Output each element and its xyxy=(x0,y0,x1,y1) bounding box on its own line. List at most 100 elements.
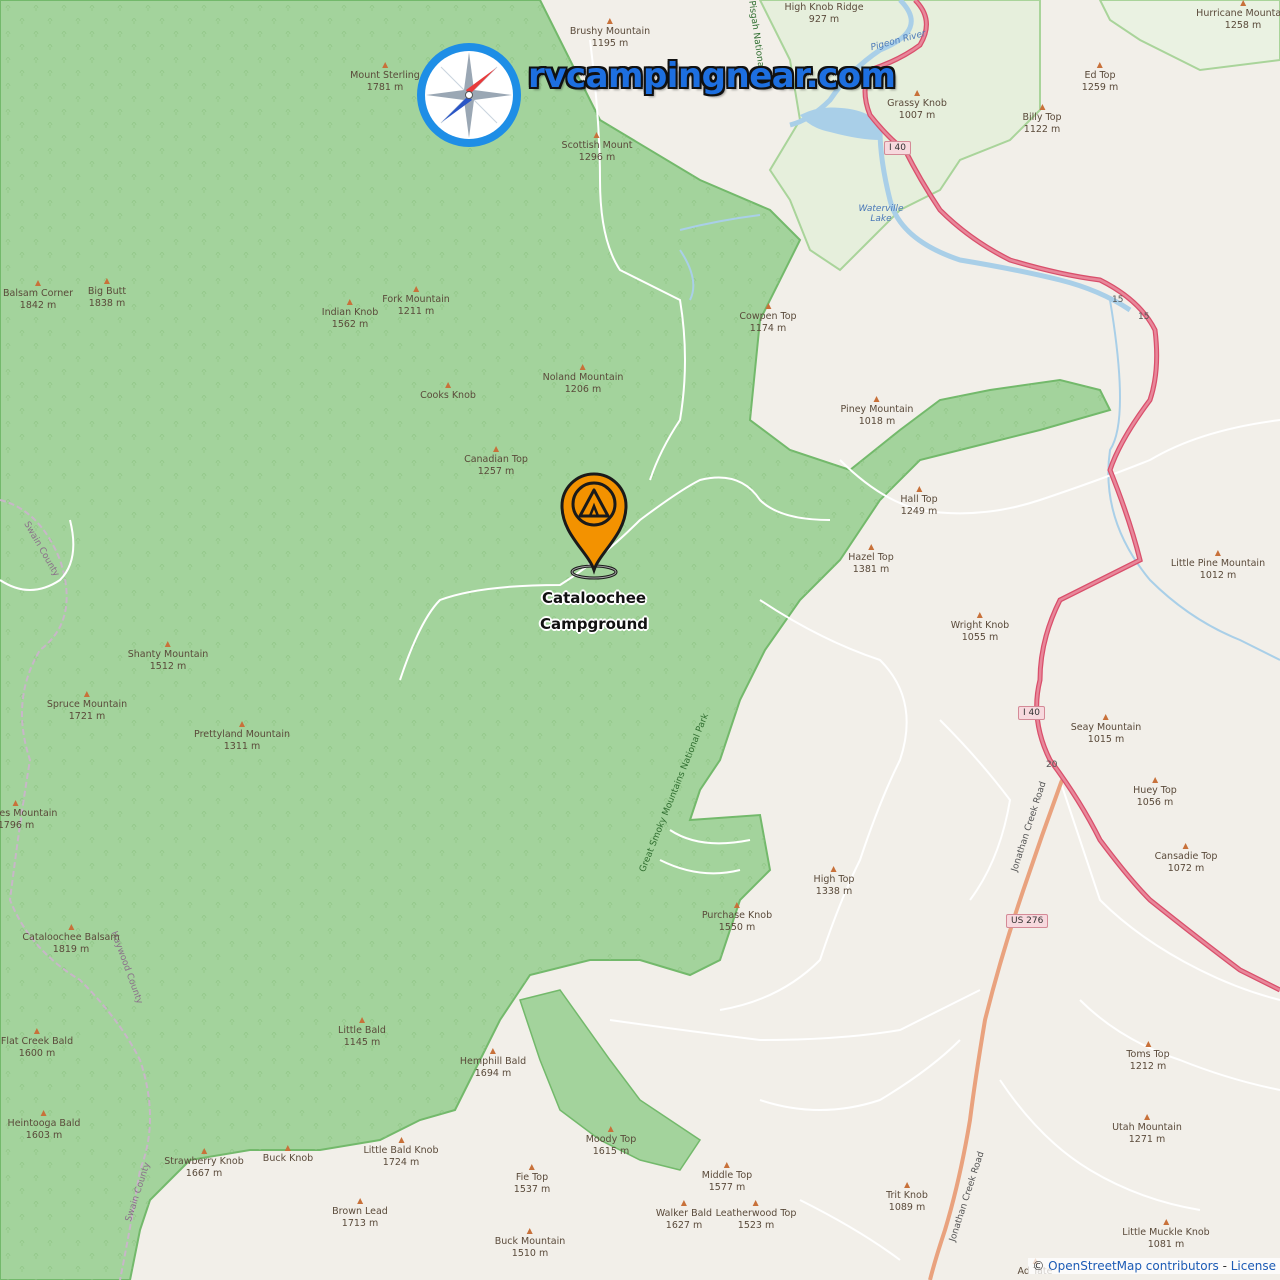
peak-elevation: 1713 m xyxy=(341,1218,379,1229)
peak-elevation: 1012 m xyxy=(1199,570,1237,581)
peak-icon xyxy=(165,641,171,647)
peak-elevation: 1512 m xyxy=(149,661,187,672)
peak-icon xyxy=(359,1017,365,1023)
peak-label: Noland Mountain 1206 m xyxy=(543,364,623,396)
peak-label: Piney Mountain 1018 m xyxy=(840,396,914,428)
peak-elevation: 1600 m xyxy=(18,1048,56,1059)
peak-icon xyxy=(1152,777,1158,783)
peak-icon xyxy=(34,280,41,286)
peak-name: Little Pine Mountain xyxy=(1170,558,1266,569)
peak-label: Leatherwood Top 1523 m xyxy=(716,1200,796,1232)
peak-icon xyxy=(752,1200,759,1206)
peak-label: Middle Top 1577 m xyxy=(702,1162,752,1194)
peak-label: Buck Knob xyxy=(263,1145,313,1165)
peak-icon xyxy=(526,1228,533,1234)
peak-icon xyxy=(103,278,110,284)
peak-name: Little Muckle Knob xyxy=(1122,1227,1210,1238)
brand-name[interactable]: rvcampingnear.com xyxy=(528,56,896,96)
peak-icon xyxy=(528,1164,535,1170)
peak-label: Shanty Mountain 1512 m xyxy=(127,641,209,673)
peak-name: Shanty Mountain xyxy=(127,649,209,660)
peak-icon xyxy=(490,1048,496,1054)
tent-pin-icon[interactable] xyxy=(554,466,634,580)
peak-name: Cataloochee Balsam xyxy=(22,932,120,943)
copyright-symbol: © xyxy=(1032,1259,1045,1273)
peak-name: Buck Knob xyxy=(262,1153,314,1164)
peak-name: Purchase Knob xyxy=(701,910,773,921)
peak-label: Cowpen Top 1174 m xyxy=(739,303,797,335)
peak-label: Billy Top 1122 m xyxy=(1022,104,1062,136)
i40-shield: I 40 xyxy=(1018,706,1045,720)
compass-icon[interactable] xyxy=(414,40,524,150)
peak-label: High Knob Ridge 927 m xyxy=(784,0,863,26)
osm-link[interactable]: OpenStreetMap contributors xyxy=(1048,1259,1219,1273)
peak-icon xyxy=(239,721,245,727)
peak-elevation: 1089 m xyxy=(888,1202,926,1213)
peak-label: Mount Sterling 1781 m xyxy=(350,62,420,94)
peak-name: Seay Mountain xyxy=(1070,722,1142,733)
peak-elevation: 1257 m xyxy=(477,466,515,477)
peak-name: Spruce Mountain xyxy=(46,699,128,710)
peak-elevation: 1212 m xyxy=(1129,1061,1167,1072)
peak-icon xyxy=(680,1200,687,1206)
peak-elevation: 1796 m xyxy=(0,820,35,831)
peak-elevation: 1145 m xyxy=(343,1037,381,1048)
peak-icon xyxy=(356,1198,363,1204)
map-canvas[interactable]: I 40 I 40 US 276 15 15 20 Jonathan Creek… xyxy=(0,0,1280,1280)
peak-name: High Knob Ridge xyxy=(784,2,864,13)
peak-elevation: 1271 m xyxy=(1128,1134,1166,1145)
peak-icon xyxy=(903,1182,910,1188)
peak-icon xyxy=(868,544,874,550)
peak-icon xyxy=(84,691,90,697)
peak-elevation: 1122 m xyxy=(1023,124,1061,135)
peak-label: Ed Top 1259 m xyxy=(1082,62,1118,94)
peak-name: Hazel Top xyxy=(848,552,894,563)
peak-label: Canadian Top 1257 m xyxy=(464,446,528,478)
peak-name: Fork Mountain xyxy=(382,294,450,305)
peak-label: Scottish Mount 1296 m xyxy=(562,132,632,164)
peak-icon xyxy=(915,486,922,492)
peak-elevation: 1007 m xyxy=(898,110,936,121)
map-attribution: © OpenStreetMap contributors - License xyxy=(1028,1258,1280,1274)
us276-shield: US 276 xyxy=(1006,914,1049,928)
peak-icon xyxy=(1144,1114,1150,1120)
peak-name: Mount Sterling xyxy=(350,70,420,81)
campground-label[interactable]: Cataloochee Campground xyxy=(540,585,648,637)
peak-name: Heintooga Bald xyxy=(7,1118,81,1129)
peak-label: Big Butt 1838 m xyxy=(88,278,126,310)
peak-elevation: 1667 m xyxy=(185,1168,223,1179)
peak-label: Little Bald 1145 m xyxy=(338,1017,386,1049)
peak-icon xyxy=(733,902,740,908)
peak-name: Flat Creek Bald xyxy=(0,1036,74,1047)
peak-elevation: 1721 m xyxy=(68,711,106,722)
exit-label: 15 xyxy=(1138,312,1150,322)
peak-icon xyxy=(1214,550,1221,556)
peak-elevation: 1338 m xyxy=(815,886,853,897)
peak-label: Trit Knob 1089 m xyxy=(886,1182,928,1214)
peak-icon xyxy=(413,286,419,292)
peak-name: Walker Bald xyxy=(655,1208,713,1219)
peak-icon xyxy=(397,1137,404,1143)
peak-label: Wright Knob 1055 m xyxy=(951,612,1009,644)
peak-label: Chitoes Mountain1796 m xyxy=(0,800,57,832)
peak-name: Piney Mountain xyxy=(840,404,914,415)
peak-elevation: 1523 m xyxy=(737,1220,775,1231)
peak-label: Hurricane Mountain1258 m xyxy=(1196,0,1280,32)
peak-name: Hall Top xyxy=(900,494,938,505)
lake-label: Waterville Lake xyxy=(858,204,904,224)
peak-elevation: 1562 m xyxy=(331,319,369,330)
peak-elevation: 1781 m xyxy=(366,82,404,93)
peak-label: Moody Top 1615 m xyxy=(586,1126,636,1158)
peak-elevation: 1018 m xyxy=(858,416,896,427)
campground-name-line2: Campground xyxy=(539,615,649,633)
i40-shield: I 40 xyxy=(884,141,911,155)
peak-name: Little Bald xyxy=(338,1025,386,1036)
peak-elevation: 1258 m xyxy=(1224,20,1262,31)
peak-elevation: 1015 m xyxy=(1087,734,1125,745)
peak-icon xyxy=(284,1145,291,1151)
peak-label: High Top 1338 m xyxy=(814,866,854,898)
peak-elevation: 1603 m xyxy=(25,1130,63,1141)
peak-name: Toms Top xyxy=(1126,1049,1170,1060)
peak-name: Cowpen Top xyxy=(739,311,797,322)
license-link[interactable]: License xyxy=(1231,1259,1276,1273)
